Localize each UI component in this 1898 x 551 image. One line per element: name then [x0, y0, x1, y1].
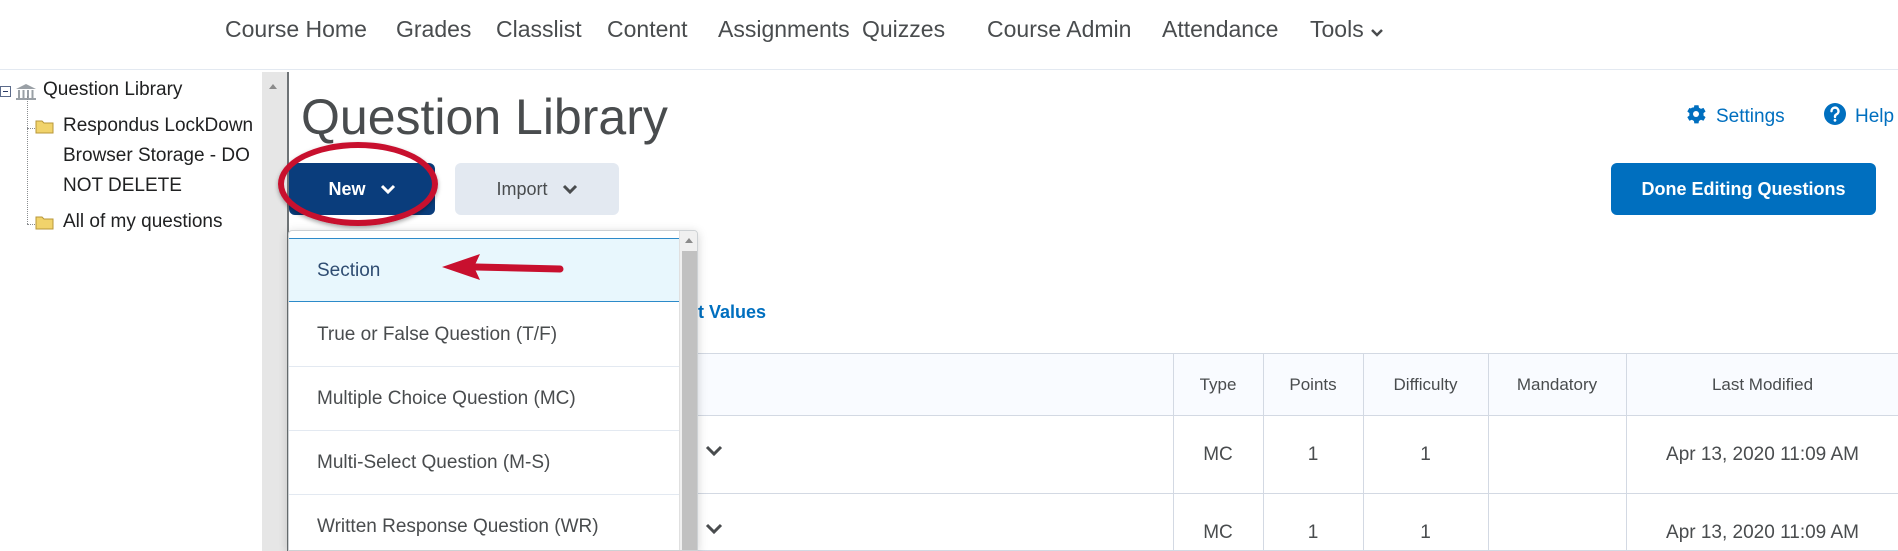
chevron-down-icon[interactable]: [705, 444, 723, 462]
nav-attendance[interactable]: Attendance: [1162, 16, 1278, 43]
library-icon: [15, 83, 37, 106]
menu-item-multi-select[interactable]: Multi-Select Question (M-S): [289, 431, 679, 495]
column-header-last-modified[interactable]: Last Modified: [1626, 354, 1898, 416]
chevron-down-icon[interactable]: [705, 522, 723, 540]
nav-content[interactable]: Content: [607, 16, 688, 43]
question-library-tree: Question Library Respondus LockDown Brow…: [0, 72, 262, 551]
tree-connector: [27, 224, 35, 225]
nav-course-home[interactable]: Course Home: [225, 16, 367, 43]
nav-course-admin[interactable]: Course Admin: [987, 16, 1131, 43]
menu-item-section[interactable]: Section: [289, 238, 679, 302]
help-circle-icon: [1823, 102, 1847, 132]
nav-tools-label: Tools: [1310, 16, 1364, 42]
column-divider: [1626, 354, 1627, 551]
import-button[interactable]: Import: [455, 163, 619, 215]
dropdown-scrollbar[interactable]: [679, 231, 697, 550]
tree-root-label[interactable]: Question Library: [43, 75, 182, 105]
cell-mandatory: [1488, 494, 1626, 551]
import-button-label: Import: [496, 178, 548, 199]
cell-type: MC: [1203, 444, 1233, 465]
nav-grades[interactable]: Grades: [396, 16, 471, 43]
nav-classlist[interactable]: Classlist: [496, 16, 582, 43]
settings-label: Settings: [1716, 106, 1785, 127]
scroll-up-icon[interactable]: [685, 238, 693, 243]
table-row[interactable]: MC 1 1 Apr 13, 2020 11:09 AM: [683, 494, 1898, 551]
cell-last-modified: Apr 13, 2020 11:09 AM: [1666, 522, 1859, 543]
table-row[interactable]: MC 1 1 Apr 13, 2020 11:09 AM: [683, 416, 1898, 494]
new-button[interactable]: New: [289, 163, 435, 215]
nav-assignments[interactable]: Assignments: [718, 16, 850, 43]
chevron-down-icon: [562, 179, 578, 200]
cell-difficulty: 1: [1420, 522, 1431, 543]
table-header: Type Points Difficulty Mandatory Last Mo…: [683, 354, 1898, 416]
chevron-down-icon: [1370, 17, 1384, 44]
folder-icon: [35, 119, 54, 139]
cell-difficulty: 1: [1420, 444, 1431, 465]
column-divider: [1488, 354, 1489, 551]
tree-connector: [27, 128, 35, 129]
gear-icon: [1684, 102, 1708, 132]
column-divider: [1173, 354, 1174, 551]
cell-mandatory: [1488, 416, 1626, 494]
menu-item-written-response[interactable]: Written Response Question (WR): [289, 495, 679, 550]
column-header-type[interactable]: Type: [1173, 354, 1263, 416]
cell-points: 1: [1307, 444, 1319, 465]
menu-item-true-false[interactable]: True or False Question (T/F): [289, 303, 679, 367]
scrollbar-thumb[interactable]: [682, 251, 697, 550]
tree-folder-all-questions[interactable]: All of my questions: [63, 207, 222, 237]
help-label: Help: [1855, 106, 1895, 127]
questions-table: Type Points Difficulty Mandatory Last Mo…: [682, 353, 1898, 551]
tree-connector: [27, 96, 28, 224]
menu-item-multiple-choice[interactable]: Multiple Choice Question (MC): [289, 367, 679, 431]
nav-quizzes[interactable]: Quizzes: [862, 16, 945, 43]
chevron-down-icon: [380, 179, 396, 200]
tree-folder-respondus[interactable]: Respondus LockDown Browser Storage - DO …: [63, 111, 263, 201]
new-dropdown-menu: Section True or False Question (T/F) Mul…: [288, 230, 698, 551]
expander-minus-icon[interactable]: [0, 86, 11, 97]
column-divider: [1363, 354, 1364, 551]
cell-type: MC: [1203, 522, 1233, 543]
help-link[interactable]: Help: [1823, 102, 1894, 132]
column-header-mandatory[interactable]: Mandatory: [1488, 354, 1626, 416]
new-button-label: New: [328, 178, 366, 199]
nav-tools[interactable]: Tools: [1310, 16, 1384, 44]
scroll-up-icon[interactable]: [269, 84, 277, 89]
column-header-difficulty[interactable]: Difficulty: [1363, 354, 1488, 416]
done-editing-questions-button[interactable]: Done Editing Questions: [1611, 163, 1876, 215]
column-header-points[interactable]: Points: [1263, 354, 1363, 416]
folder-icon: [35, 215, 54, 235]
pane-splitter[interactable]: [262, 72, 288, 551]
course-navbar: Course Home Grades Classlist Content Ass…: [0, 0, 1898, 70]
cell-last-modified: Apr 13, 2020 11:09 AM: [1666, 444, 1859, 465]
column-divider: [1263, 354, 1264, 551]
settings-link[interactable]: Settings: [1684, 102, 1785, 132]
page-title: Question Library: [301, 89, 668, 145]
cell-points: 1: [1307, 522, 1319, 543]
